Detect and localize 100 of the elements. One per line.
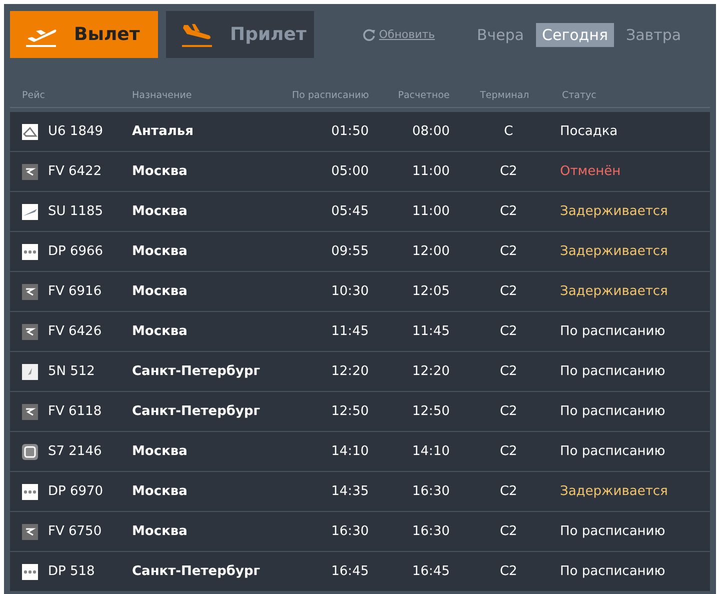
destination: Москва bbox=[132, 484, 188, 499]
column-header: Статус bbox=[562, 90, 598, 101]
flight-number: FV 6422 bbox=[48, 164, 103, 179]
scheduled-time: 12:20 bbox=[331, 364, 369, 379]
estimated-time: 12:00 bbox=[412, 244, 450, 259]
destination: Анталья bbox=[132, 124, 194, 139]
flight-status: По расписанию bbox=[559, 524, 666, 539]
column-header: Расчетное bbox=[398, 90, 451, 101]
estimated-time: 08:00 bbox=[412, 124, 450, 139]
airline-logo-icon bbox=[22, 524, 38, 540]
scheduled-time: 11:45 bbox=[331, 324, 369, 339]
scheduled-time: 12:50 bbox=[331, 404, 369, 419]
flight-number: FV 6750 bbox=[48, 524, 103, 539]
flight-status: По расписанию bbox=[559, 404, 666, 419]
estimated-time: 11:00 bbox=[412, 164, 450, 179]
airline-logo-icon bbox=[22, 404, 38, 420]
flight-row[interactable]: FV 6118 Санкт-Петербург 12:50 12:50 C2 По расписанию bbox=[10, 392, 710, 432]
landing-icon bbox=[180, 22, 214, 48]
flight-status: Задерживается bbox=[559, 484, 669, 499]
scheduled-time: 09:55 bbox=[331, 244, 369, 259]
flight-number: FV 6426 bbox=[48, 324, 103, 339]
flight-status: Отменён bbox=[559, 164, 622, 179]
terminal: C2 bbox=[500, 484, 518, 499]
terminal: C2 bbox=[500, 324, 518, 339]
flight-row[interactable]: 5N 512 Санкт-Петербург 12:20 12:20 C2 По расписанию bbox=[10, 352, 710, 392]
flight-row[interactable]: FV 6916 Москва 10:30 12:05 C2 Задерживается bbox=[10, 272, 710, 312]
refresh-icon bbox=[362, 28, 376, 42]
direction-tab[interactable]: Прилет bbox=[166, 11, 314, 58]
direction-tab[interactable]: Вылет bbox=[10, 11, 158, 58]
estimated-time: 16:45 bbox=[412, 564, 450, 579]
airline-logo-icon bbox=[22, 484, 38, 500]
flight-status: По расписанию bbox=[559, 324, 666, 339]
terminal: C bbox=[504, 124, 514, 139]
estimated-time: 12:20 bbox=[412, 364, 450, 379]
estimated-time: 12:05 bbox=[412, 284, 450, 299]
column-header: Рейс bbox=[22, 90, 46, 101]
terminal: C2 bbox=[500, 524, 518, 539]
flight-status: Посадка bbox=[559, 124, 619, 139]
flight-status: По расписанию bbox=[559, 564, 666, 579]
flight-row[interactable]: DP 6966 Москва 09:55 12:00 C2 Задерживается bbox=[10, 232, 710, 272]
airline-logo-icon bbox=[22, 364, 38, 380]
flight-number: 5N 512 bbox=[48, 364, 96, 379]
flight-status: По расписанию bbox=[559, 444, 666, 459]
estimated-time: 16:30 bbox=[412, 484, 450, 499]
column-header: По расписанию bbox=[292, 90, 370, 101]
terminal: C2 bbox=[500, 244, 518, 259]
terminal: C2 bbox=[500, 364, 518, 379]
destination: Санкт-Петербург bbox=[132, 404, 262, 419]
destination: Москва bbox=[132, 164, 188, 179]
destination: Москва bbox=[132, 244, 188, 259]
destination: Москва bbox=[132, 444, 188, 459]
scheduled-time: 14:35 bbox=[331, 484, 369, 499]
destination: Санкт-Петербург bbox=[132, 364, 262, 379]
flight-row[interactable]: FV 6426 Москва 11:45 11:45 C2 По расписанию bbox=[10, 312, 710, 352]
terminal: C2 bbox=[500, 284, 518, 299]
flight-number: DP 6970 bbox=[48, 484, 104, 499]
destination: Москва bbox=[132, 524, 188, 539]
flight-number: DP 518 bbox=[48, 564, 96, 579]
flight-row[interactable]: DP 6970 Москва 14:35 16:30 C2 Задерживается bbox=[10, 472, 710, 512]
terminal: C2 bbox=[500, 404, 518, 419]
airline-logo-icon bbox=[22, 324, 38, 340]
flight-status: По расписанию bbox=[559, 364, 666, 379]
flight-status: Задерживается bbox=[559, 244, 669, 259]
scheduled-time: 05:45 bbox=[331, 204, 369, 219]
destination: Москва bbox=[132, 324, 188, 339]
scheduled-time: 01:50 bbox=[331, 124, 369, 139]
estimated-time: 11:45 bbox=[412, 324, 450, 339]
destination: Москва bbox=[132, 284, 188, 299]
terminal: C2 bbox=[500, 164, 518, 179]
airline-logo-icon bbox=[22, 244, 38, 260]
airline-logo-icon bbox=[22, 284, 38, 300]
flight-row[interactable]: SU 1185 Москва 05:45 11:00 C2 Задерживается bbox=[10, 192, 710, 232]
flight-number: U6 1849 bbox=[48, 124, 104, 139]
flight-status: Задерживается bbox=[559, 284, 669, 299]
estimated-time: 16:30 bbox=[412, 524, 450, 539]
flight-number: DP 6966 bbox=[48, 244, 104, 259]
terminal: C2 bbox=[500, 444, 518, 459]
estimated-time: 12:50 bbox=[412, 404, 450, 419]
flight-row[interactable]: U6 1849 Анталья 01:50 08:00 C Посадка bbox=[10, 112, 710, 152]
scheduled-time: 16:45 bbox=[331, 564, 369, 579]
terminal: C2 bbox=[500, 204, 518, 219]
airline-logo-icon bbox=[22, 164, 38, 180]
flight-number: FV 6916 bbox=[48, 284, 103, 299]
flight-number: SU 1185 bbox=[48, 204, 104, 219]
scheduled-time: 10:30 bbox=[331, 284, 369, 299]
flight-row[interactable]: DP 518 Санкт-Петербург 16:45 16:45 C2 По расписанию bbox=[10, 552, 710, 592]
airline-logo-icon bbox=[22, 444, 38, 460]
flight-number: S7 2146 bbox=[48, 444, 103, 459]
flight-row[interactable]: FV 6750 Москва 16:30 16:30 C2 По расписанию bbox=[10, 512, 710, 552]
flight-row[interactable]: S7 2146 Москва 14:10 14:10 C2 По расписанию bbox=[10, 432, 710, 472]
flight-row[interactable]: FV 6422 Москва 05:00 11:00 C2 Отменён bbox=[10, 152, 710, 192]
scheduled-time: 16:30 bbox=[331, 524, 369, 539]
scheduled-time: 14:10 bbox=[331, 444, 369, 459]
airline-logo-icon bbox=[22, 124, 38, 140]
airline-logo-icon bbox=[22, 564, 38, 580]
estimated-time: 14:10 bbox=[412, 444, 450, 459]
destination: Москва bbox=[132, 204, 188, 219]
estimated-time: 11:00 bbox=[412, 204, 450, 219]
flight-status: Задерживается bbox=[559, 204, 669, 219]
column-header: Назначение bbox=[132, 90, 193, 101]
